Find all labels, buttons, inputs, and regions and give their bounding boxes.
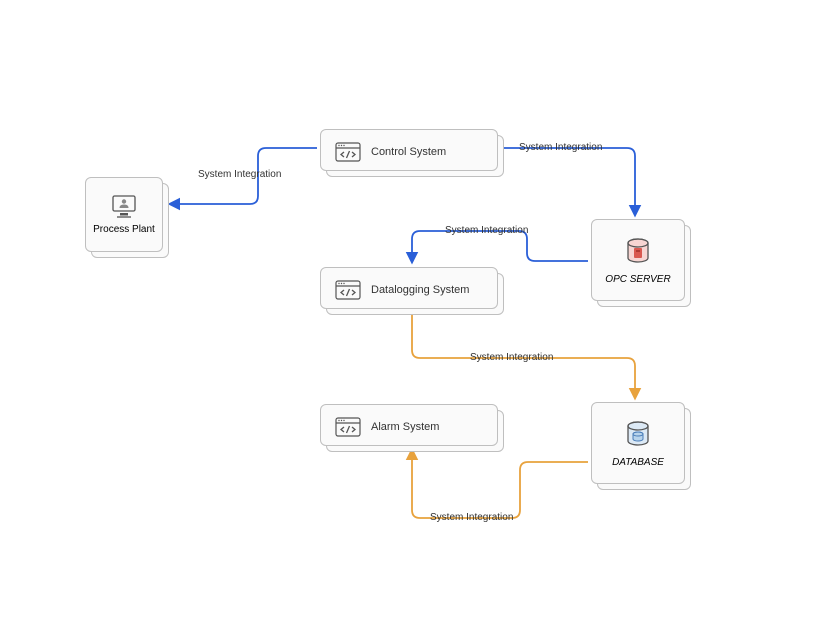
node-datalogging-system: Datalogging System bbox=[320, 267, 498, 309]
edge-label-4: System Integration bbox=[470, 352, 553, 363]
database-label: DATABASE bbox=[612, 457, 664, 468]
code-window-icon bbox=[335, 417, 361, 437]
edge-label-2: System Integration bbox=[519, 142, 602, 153]
alarm-label: Alarm System bbox=[371, 421, 439, 433]
code-window-icon bbox=[335, 280, 361, 300]
datalogging-label: Datalogging System bbox=[371, 284, 469, 296]
node-control-system: Control System bbox=[320, 129, 498, 171]
database-blue-icon bbox=[623, 419, 653, 449]
node-opc-server: OPC SERVER bbox=[591, 219, 685, 301]
control-system-label: Control System bbox=[371, 146, 446, 158]
edge-database-to-alarm bbox=[412, 450, 588, 518]
edge-label-3: System Integration bbox=[445, 225, 528, 236]
monitor-person-icon bbox=[111, 194, 137, 218]
process-plant-label: Process Plant bbox=[93, 224, 155, 235]
node-alarm-system: Alarm System bbox=[320, 404, 498, 446]
edge-label-5: System Integration bbox=[430, 512, 513, 523]
edge-label-1: System Integration bbox=[198, 169, 281, 180]
edge-control-to-opc bbox=[503, 148, 635, 215]
opc-server-label: OPC SERVER bbox=[605, 274, 670, 285]
node-database: DATABASE bbox=[591, 402, 685, 484]
database-red-icon bbox=[623, 236, 653, 266]
node-process-plant: Process Plant bbox=[85, 177, 163, 252]
code-window-icon bbox=[335, 142, 361, 162]
